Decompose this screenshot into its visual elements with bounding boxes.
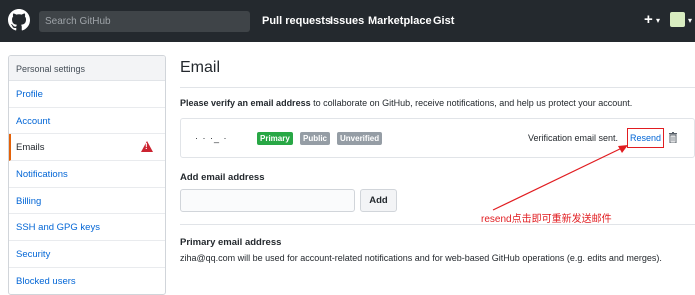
sidebar-item-label: Profile (16, 89, 43, 100)
sidebar-item-billing[interactable]: Billing (9, 188, 165, 215)
sidebar-item-notifications[interactable]: Notifications (9, 161, 165, 188)
sidebar-heading: Personal settings (9, 56, 165, 81)
sidebar-item-label: Account (16, 115, 51, 127)
sidebar-item-security[interactable]: Security (9, 241, 165, 268)
resend-link[interactable]: Resend (627, 128, 664, 148)
verify-notice-text: to collaborate on GitHub, receive notifi… (310, 98, 633, 108)
chevron-down-icon[interactable]: ▾ (656, 16, 660, 25)
sidebar-item-ssh-gpg-keys[interactable]: SSH and GPG keys (9, 214, 165, 242)
verification-status: Verification email sent. (528, 133, 619, 143)
trash-icon[interactable] (669, 132, 677, 143)
sidebar-item-blocked-users[interactable]: Blocked users (9, 268, 165, 294)
alert-icon (141, 141, 153, 153)
nav-gist[interactable]: Gist (433, 15, 454, 27)
sidebar-item-emails[interactable]: Emails (9, 134, 165, 162)
search-input[interactable]: Search GitHub (39, 11, 250, 32)
primary-email-description: ziha@qq.com will be used for account-rel… (180, 253, 662, 263)
add-email-button[interactable]: Add (360, 189, 397, 212)
divider (180, 224, 695, 225)
sidebar-item-label: Billing (16, 195, 42, 207)
sidebar-item-label: SSH and GPG keys (16, 222, 100, 234)
github-logo-icon[interactable] (8, 9, 30, 31)
settings-sidebar: Personal settings Profile Account Emails… (8, 55, 166, 295)
public-badge: Public (300, 132, 331, 145)
divider (180, 87, 695, 88)
sidebar-item-label: Emails (16, 142, 45, 154)
plus-icon[interactable]: + (644, 11, 653, 28)
primary-email-label: Primary email address (180, 237, 282, 248)
page-title: Email (180, 59, 221, 76)
nav-issues[interactable]: Issues (330, 15, 364, 27)
sidebar-item-label: Security (16, 249, 51, 261)
nav-pull-requests[interactable]: Pull requests (262, 15, 331, 27)
top-nav-bar: Search GitHub Pull requests Issues Marke… (0, 0, 695, 42)
nav-marketplace[interactable]: Marketplace (368, 15, 432, 27)
verify-notice-bold: Please verify an email address (180, 98, 311, 108)
sidebar-item-profile[interactable]: Profile (9, 81, 165, 108)
avatar[interactable] (670, 12, 685, 27)
email-address: · · ·_ · (195, 133, 228, 143)
email-row: · · ·_ · Primary Public Unverified Verif… (180, 118, 695, 158)
sidebar-item-label: Blocked users (16, 275, 76, 287)
sidebar-item-account[interactable]: Account (9, 108, 165, 135)
verify-notice: Please verify an email address to collab… (180, 98, 632, 108)
chevron-down-icon[interactable]: ▾ (688, 16, 692, 25)
add-email-label: Add email address (180, 172, 265, 183)
sidebar-item-label: Notifications (16, 169, 68, 181)
add-email-input[interactable] (180, 189, 355, 212)
unverified-badge: Unverified (337, 132, 383, 145)
primary-badge: Primary (257, 132, 293, 145)
annotation-text: resend点击即可重新发送邮件 (481, 214, 612, 225)
